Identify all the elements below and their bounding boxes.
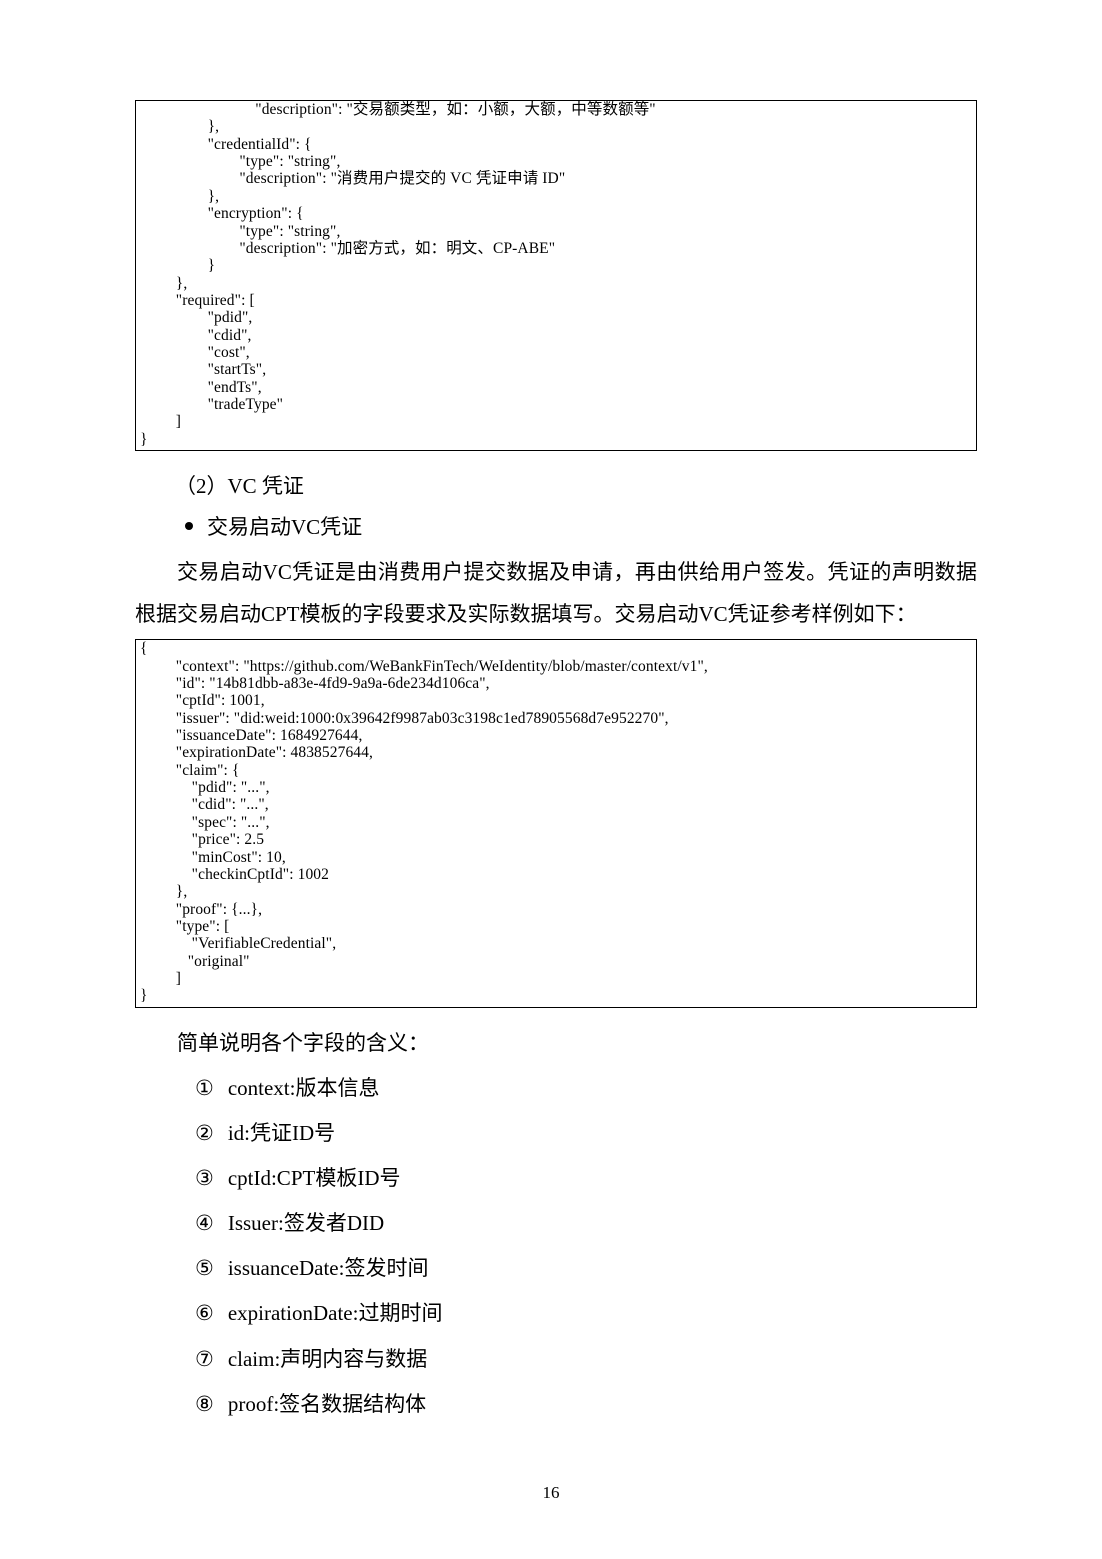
bullet-item-1: 交易启动VC凭证 — [185, 511, 977, 541]
list-item-text: issuanceDate:签发时间 — [228, 1246, 429, 1291]
circle-number-icon: ③ — [195, 1156, 214, 1201]
list-item-text: id:凭证ID号 — [228, 1111, 335, 1156]
list-item-text: Issuer:签发者DID — [228, 1201, 384, 1246]
circle-number-icon: ⑥ — [195, 1291, 214, 1336]
code-content-1: "description": "交易额类型，如：小额，大额，中等数额等" }, … — [136, 101, 976, 448]
circle-number-icon: ① — [195, 1066, 214, 1111]
list-item: ④ Issuer:签发者DID — [195, 1201, 977, 1246]
circle-number-icon: ④ — [195, 1201, 214, 1246]
list-item: ① context:版本信息 — [195, 1066, 977, 1111]
list-item: ② id:凭证ID号 — [195, 1111, 977, 1156]
bullet-icon — [185, 522, 193, 530]
code-block-2: { "context": "https://github.com/WeBankF… — [135, 639, 977, 1008]
list-item: ⑦ claim:声明内容与数据 — [195, 1337, 977, 1382]
list-item-text: expirationDate:过期时间 — [228, 1291, 443, 1336]
bullet-text: 交易启动VC凭证 — [207, 511, 362, 541]
code-content-2: { "context": "https://github.com/WeBankF… — [136, 640, 976, 1005]
list-item-text: context:版本信息 — [228, 1066, 380, 1111]
list-item-text: claim:声明内容与数据 — [228, 1337, 427, 1382]
list-item: ⑧ proof:签名数据结构体 — [195, 1382, 977, 1427]
list-item: ⑤ issuanceDate:签发时间 — [195, 1246, 977, 1291]
list-item-text: cptId:CPT模板ID号 — [228, 1156, 401, 1201]
page-number: 16 — [0, 1483, 1102, 1503]
circle-number-icon: ⑤ — [195, 1246, 214, 1291]
numbered-list: ① context:版本信息 ② id:凭证ID号 ③ cptId:CPT模板I… — [195, 1066, 977, 1427]
section-number-2: （2）VC 凭证 — [175, 465, 977, 507]
paragraph-1: 交易启动VC凭证是由消费用户提交数据及申请，再由供给用户签发。凭证的声明数据根据… — [135, 551, 977, 635]
list-item-text: proof:签名数据结构体 — [228, 1382, 426, 1427]
list-item: ⑥ expirationDate:过期时间 — [195, 1291, 977, 1336]
explain-heading: 简单说明各个字段的含义： — [135, 1022, 977, 1064]
code-block-1: "description": "交易额类型，如：小额，大额，中等数额等" }, … — [135, 100, 977, 451]
list-item: ③ cptId:CPT模板ID号 — [195, 1156, 977, 1201]
circle-number-icon: ⑦ — [195, 1337, 214, 1382]
circle-number-icon: ⑧ — [195, 1382, 214, 1427]
circle-number-icon: ② — [195, 1111, 214, 1156]
